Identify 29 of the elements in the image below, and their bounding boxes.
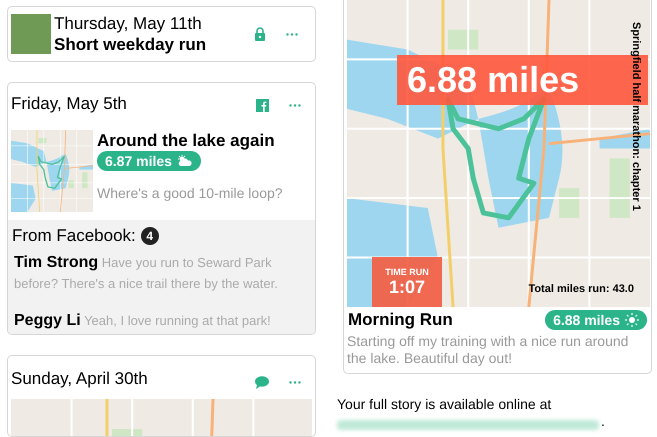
comment: Peggy Li Yeah, I love running at that park! [13,311,272,332]
time-label: TIME RUN [385,266,429,276]
run-title: Around the lake again [97,130,275,152]
run-date: Thursday, May 11th [54,13,203,34]
story-link-text: Your full story is available online at [337,396,552,413]
more-icon[interactable] [289,381,301,384]
comment-count: 4 [140,227,159,246]
comment: Tim Strong Have you run to Seward Park before? There's a nice trail there by the water. [13,253,279,294]
photo-placeholder [11,14,51,54]
distance-badge: 6.87 miles [97,151,201,172]
total-miles: Total miles run: 43.0 [528,283,634,295]
distance-badge: 6.88 miles [545,310,647,330]
series-title: Springfield half marathon: chapter 1 [630,22,642,211]
period-text: . [601,413,605,430]
more-icon[interactable] [289,104,301,108]
sun-icon [625,313,639,327]
lock-icon[interactable] [254,27,266,42]
comments-heading: From Facebook: [12,226,136,246]
run-date: Friday, May 5th [11,93,127,114]
time-value: 1:07 [388,276,426,298]
run-title: Short weekday run [54,34,208,56]
facebook-icon[interactable] [256,99,269,112]
speech-bubble-icon[interactable] [255,376,269,390]
run-title: Morning Run [348,310,453,330]
more-icon[interactable] [286,32,298,36]
run-date: Sunday, April 30th [11,368,148,390]
cloud-sun-icon [176,155,193,168]
run-description: Starting off my training with a nice run around the lake. Beautiful day out! [347,333,630,367]
run-note: Where's a good 10-mile loop? [97,185,283,202]
